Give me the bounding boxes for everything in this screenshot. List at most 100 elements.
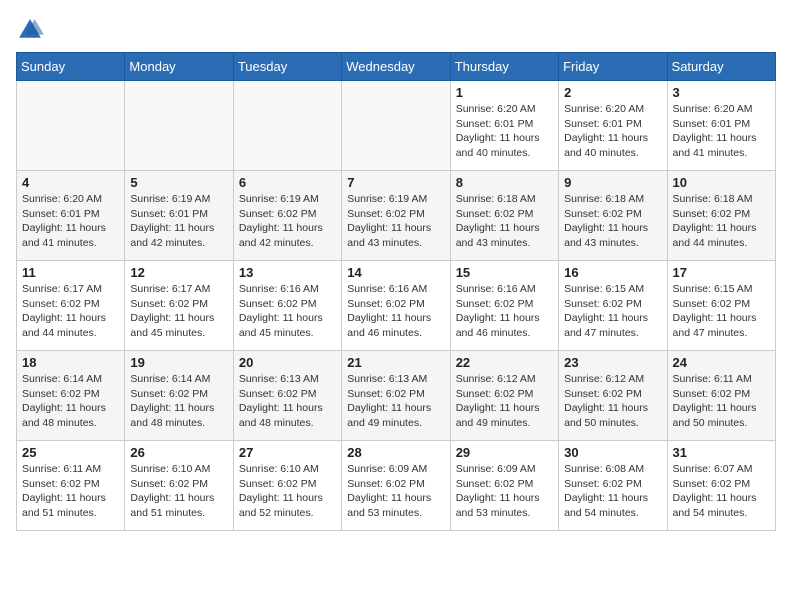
day-info: Sunrise: 6:17 AM Sunset: 6:02 PM Dayligh…: [22, 282, 119, 341]
calendar-cell: 4 Sunrise: 6:20 AM Sunset: 6:01 PM Daylig…: [17, 171, 125, 261]
day-number: 12: [130, 265, 227, 280]
day-number: 22: [456, 355, 553, 370]
calendar-cell: 3 Sunrise: 6:20 AM Sunset: 6:01 PM Daylig…: [667, 81, 775, 171]
weekday-sunday: Sunday: [17, 53, 125, 81]
day-info: Sunrise: 6:18 AM Sunset: 6:02 PM Dayligh…: [456, 192, 553, 251]
day-info: Sunrise: 6:20 AM Sunset: 6:01 PM Dayligh…: [22, 192, 119, 251]
day-number: 10: [673, 175, 770, 190]
calendar-week-3: 11 Sunrise: 6:17 AM Sunset: 6:02 PM Dayli…: [17, 261, 776, 351]
day-info: Sunrise: 6:18 AM Sunset: 6:02 PM Dayligh…: [673, 192, 770, 251]
calendar-week-1: 1 Sunrise: 6:20 AM Sunset: 6:01 PM Daylig…: [17, 81, 776, 171]
calendar-cell: 16Sunrise: 6:15 AM Sunset: 6:02 PM Dayli…: [559, 261, 667, 351]
day-number: 17: [673, 265, 770, 280]
day-number: 29: [456, 445, 553, 460]
day-info: Sunrise: 6:13 AM Sunset: 6:02 PM Dayligh…: [239, 372, 336, 431]
day-info: Sunrise: 6:11 AM Sunset: 6:02 PM Dayligh…: [22, 462, 119, 521]
calendar-cell: 15Sunrise: 6:16 AM Sunset: 6:02 PM Dayli…: [450, 261, 558, 351]
day-info: Sunrise: 6:07 AM Sunset: 6:02 PM Dayligh…: [673, 462, 770, 521]
day-number: 4: [22, 175, 119, 190]
day-number: 20: [239, 355, 336, 370]
day-info: Sunrise: 6:15 AM Sunset: 6:02 PM Dayligh…: [673, 282, 770, 341]
calendar-header: SundayMondayTuesdayWednesdayThursdayFrid…: [17, 53, 776, 81]
calendar-cell: [233, 81, 341, 171]
day-number: 21: [347, 355, 444, 370]
day-number: 6: [239, 175, 336, 190]
calendar-cell: 26 Sunrise: 6:10 AM Sunset: 6:02 PM Dayli…: [125, 441, 233, 531]
day-info: Sunrise: 6:14 AM Sunset: 6:02 PM Dayligh…: [22, 372, 119, 431]
calendar-cell: 5 Sunrise: 6:19 AM Sunset: 6:01 PM Daylig…: [125, 171, 233, 261]
day-info: Sunrise: 6:20 AM Sunset: 6:01 PM Dayligh…: [673, 102, 770, 161]
day-number: 25: [22, 445, 119, 460]
day-info: Sunrise: 6:12 AM Sunset: 6:02 PM Dayligh…: [456, 372, 553, 431]
calendar-cell: [125, 81, 233, 171]
calendar-cell: 28Sunrise: 6:09 AM Sunset: 6:02 PM Dayli…: [342, 441, 450, 531]
day-info: Sunrise: 6:13 AM Sunset: 6:02 PM Dayligh…: [347, 372, 444, 431]
calendar-cell: 13 Sunrise: 6:16 AM Sunset: 6:02 PM Dayli…: [233, 261, 341, 351]
calendar-week-4: 18 Sunrise: 6:14 AM Sunset: 6:02 PM Dayli…: [17, 351, 776, 441]
day-info: Sunrise: 6:09 AM Sunset: 6:02 PM Dayligh…: [456, 462, 553, 521]
calendar-cell: 17 Sunrise: 6:15 AM Sunset: 6:02 PM Dayli…: [667, 261, 775, 351]
calendar-cell: 9Sunrise: 6:18 AM Sunset: 6:02 PM Daylig…: [559, 171, 667, 261]
weekday-wednesday: Wednesday: [342, 53, 450, 81]
calendar-cell: 23 Sunrise: 6:12 AM Sunset: 6:02 PM Dayli…: [559, 351, 667, 441]
calendar-cell: 24 Sunrise: 6:11 AM Sunset: 6:02 PM Dayli…: [667, 351, 775, 441]
day-number: 23: [564, 355, 661, 370]
calendar-body: 1 Sunrise: 6:20 AM Sunset: 6:01 PM Daylig…: [17, 81, 776, 531]
calendar-cell: 19 Sunrise: 6:14 AM Sunset: 6:02 PM Dayli…: [125, 351, 233, 441]
calendar-cell: 14Sunrise: 6:16 AM Sunset: 6:02 PM Dayli…: [342, 261, 450, 351]
calendar-cell: 30 Sunrise: 6:08 AM Sunset: 6:02 PM Dayli…: [559, 441, 667, 531]
day-number: 11: [22, 265, 119, 280]
day-info: Sunrise: 6:16 AM Sunset: 6:02 PM Dayligh…: [239, 282, 336, 341]
calendar-week-2: 4 Sunrise: 6:20 AM Sunset: 6:01 PM Daylig…: [17, 171, 776, 261]
day-info: Sunrise: 6:19 AM Sunset: 6:01 PM Dayligh…: [130, 192, 227, 251]
day-info: Sunrise: 6:12 AM Sunset: 6:02 PM Dayligh…: [564, 372, 661, 431]
day-number: 8: [456, 175, 553, 190]
day-number: 30: [564, 445, 661, 460]
day-number: 18: [22, 355, 119, 370]
calendar-cell: 12 Sunrise: 6:17 AM Sunset: 6:02 PM Dayli…: [125, 261, 233, 351]
calendar-cell: 6 Sunrise: 6:19 AM Sunset: 6:02 PM Daylig…: [233, 171, 341, 261]
day-info: Sunrise: 6:14 AM Sunset: 6:02 PM Dayligh…: [130, 372, 227, 431]
day-number: 14: [347, 265, 444, 280]
day-info: Sunrise: 6:20 AM Sunset: 6:01 PM Dayligh…: [456, 102, 553, 161]
day-number: 13: [239, 265, 336, 280]
calendar-cell: 29 Sunrise: 6:09 AM Sunset: 6:02 PM Dayli…: [450, 441, 558, 531]
day-number: 1: [456, 85, 553, 100]
calendar-cell: 21 Sunrise: 6:13 AM Sunset: 6:02 PM Dayli…: [342, 351, 450, 441]
calendar-cell: [17, 81, 125, 171]
day-number: 27: [239, 445, 336, 460]
calendar-cell: 22 Sunrise: 6:12 AM Sunset: 6:02 PM Dayli…: [450, 351, 558, 441]
day-info: Sunrise: 6:11 AM Sunset: 6:02 PM Dayligh…: [673, 372, 770, 431]
logo-icon: [16, 16, 44, 44]
calendar-cell: 18 Sunrise: 6:14 AM Sunset: 6:02 PM Dayli…: [17, 351, 125, 441]
calendar-cell: 20 Sunrise: 6:13 AM Sunset: 6:02 PM Dayli…: [233, 351, 341, 441]
day-info: Sunrise: 6:09 AM Sunset: 6:02 PM Dayligh…: [347, 462, 444, 521]
day-info: Sunrise: 6:19 AM Sunset: 6:02 PM Dayligh…: [239, 192, 336, 251]
calendar-cell: 7 Sunrise: 6:19 AM Sunset: 6:02 PM Daylig…: [342, 171, 450, 261]
calendar-cell: 1 Sunrise: 6:20 AM Sunset: 6:01 PM Daylig…: [450, 81, 558, 171]
weekday-saturday: Saturday: [667, 53, 775, 81]
day-number: 7: [347, 175, 444, 190]
calendar-table: SundayMondayTuesdayWednesdayThursdayFrid…: [16, 52, 776, 531]
day-info: Sunrise: 6:08 AM Sunset: 6:02 PM Dayligh…: [564, 462, 661, 521]
day-info: Sunrise: 6:17 AM Sunset: 6:02 PM Dayligh…: [130, 282, 227, 341]
calendar-cell: 2Sunrise: 6:20 AM Sunset: 6:01 PM Daylig…: [559, 81, 667, 171]
day-info: Sunrise: 6:16 AM Sunset: 6:02 PM Dayligh…: [456, 282, 553, 341]
weekday-friday: Friday: [559, 53, 667, 81]
day-number: 31: [673, 445, 770, 460]
day-info: Sunrise: 6:19 AM Sunset: 6:02 PM Dayligh…: [347, 192, 444, 251]
weekday-monday: Monday: [125, 53, 233, 81]
day-number: 19: [130, 355, 227, 370]
day-info: Sunrise: 6:18 AM Sunset: 6:02 PM Dayligh…: [564, 192, 661, 251]
day-number: 24: [673, 355, 770, 370]
day-number: 5: [130, 175, 227, 190]
logo: [16, 16, 48, 44]
day-info: Sunrise: 6:10 AM Sunset: 6:02 PM Dayligh…: [130, 462, 227, 521]
day-number: 16: [564, 265, 661, 280]
day-number: 3: [673, 85, 770, 100]
day-number: 2: [564, 85, 661, 100]
calendar-cell: 10 Sunrise: 6:18 AM Sunset: 6:02 PM Dayli…: [667, 171, 775, 261]
day-number: 26: [130, 445, 227, 460]
calendar-week-5: 25 Sunrise: 6:11 AM Sunset: 6:02 PM Dayli…: [17, 441, 776, 531]
calendar-cell: 25 Sunrise: 6:11 AM Sunset: 6:02 PM Dayli…: [17, 441, 125, 531]
